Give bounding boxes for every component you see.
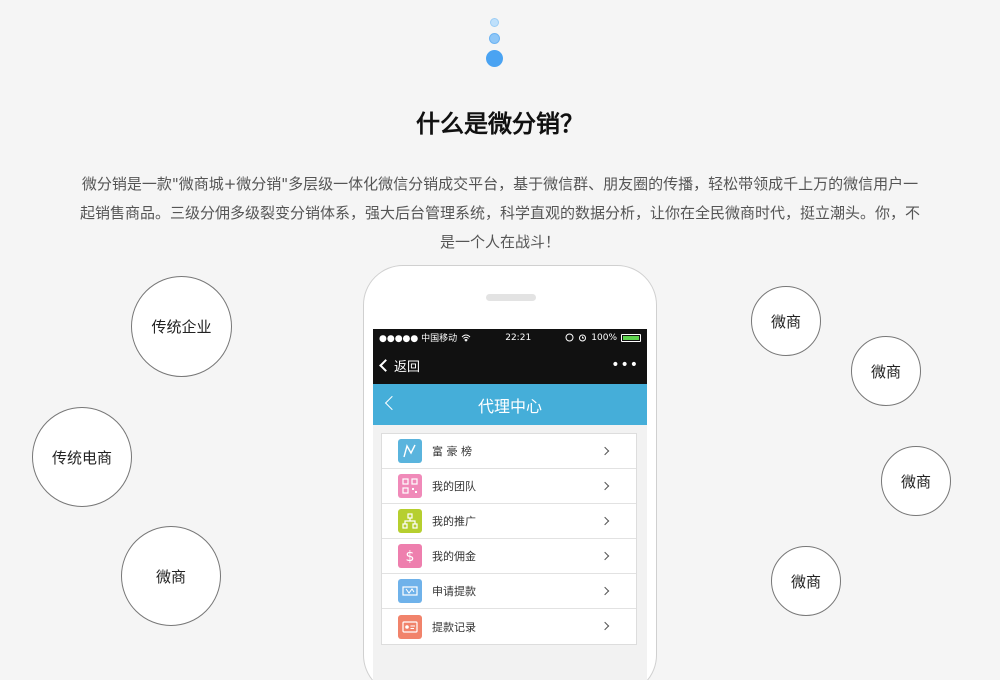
nav-bar: 返回 •••	[373, 346, 647, 384]
phone-speaker	[486, 294, 536, 301]
description: 微分销是一款"微商城+微分销"多层级一体化微信分销成交平台，基于微信群、朋友圈的…	[40, 170, 960, 257]
dollar-icon: $	[398, 544, 422, 568]
battery-icon	[621, 333, 641, 342]
menu-item-my-promotion[interactable]: 我的推广	[382, 504, 636, 539]
chevron-right-icon	[600, 516, 610, 526]
menu-item-label: 我的佣金	[432, 550, 476, 563]
circle-weishang: 微商	[881, 446, 951, 516]
menu-item-label: 申请提款	[432, 585, 476, 598]
menu-item-label: 提款记录	[432, 620, 476, 634]
alarm-icon	[579, 334, 587, 342]
menu-item-label: 我的团队	[432, 480, 476, 493]
menu-item-label: 富 豪 榜	[432, 445, 472, 458]
chevron-right-icon	[600, 586, 610, 596]
chevron-right-icon	[600, 621, 610, 631]
menu-item-withdrawal-records[interactable]: 提款记录	[382, 609, 636, 644]
menu-item-my-team[interactable]: 我的团队	[382, 469, 636, 504]
carrier-label: ●●●●● 中国移动	[379, 334, 458, 344]
description-line: 是一个人在战斗！	[439, 233, 560, 251]
menu-item-apply-withdrawal[interactable]: 申请提款	[382, 574, 636, 609]
chart-icon	[398, 439, 422, 463]
circle-weishang: 微商	[771, 546, 841, 616]
hierarchy-icon	[398, 509, 422, 533]
menu-item-label: 我的推广	[432, 515, 476, 528]
ticket-icon	[398, 579, 422, 603]
back-label: 返回	[394, 359, 421, 375]
description-line: 微分销是一款"微商城+微分销"多层级一体化微信分销成交平台，基于微信群、朋友圈的…	[81, 175, 919, 193]
menu-list: 富 豪 榜 我的团队 我的推广 $ 我的佣金 申请提款 提款记录	[381, 433, 637, 645]
page-title: 什么是微分销？	[416, 110, 584, 138]
dot-large	[486, 50, 503, 67]
battery-percent: 100%	[591, 332, 617, 343]
more-button[interactable]: •••	[611, 357, 639, 373]
dot-small	[490, 18, 499, 27]
header-title: 代理中心	[477, 396, 542, 416]
circle-traditional-enterprise: 传统企业	[131, 276, 232, 377]
circle-traditional-ecommerce: 传统电商	[32, 407, 132, 507]
chevron-left-icon	[379, 358, 392, 372]
dot-medium	[489, 33, 500, 44]
phone-mockup: ●●●●● 中国移动 22:21 100% 返回 ••• 代理中心 富 豪 榜 …	[363, 265, 657, 680]
status-bar: ●●●●● 中国移动 22:21 100%	[373, 329, 647, 346]
menu-item-rich-list[interactable]: 富 豪 榜	[382, 434, 636, 469]
chevron-right-icon	[600, 551, 610, 561]
status-time: 22:21	[505, 332, 532, 343]
circle-weishang: 微商	[851, 336, 921, 406]
app-header: 代理中心	[373, 384, 647, 425]
svg-text:$: $	[406, 549, 415, 564]
menu-item-my-commission[interactable]: $ 我的佣金	[382, 539, 636, 574]
wifi-icon	[461, 334, 471, 342]
back-button[interactable]: 返回	[379, 356, 421, 375]
rotation-lock-icon	[565, 333, 574, 342]
chevron-right-icon	[600, 481, 610, 491]
card-icon	[398, 614, 422, 639]
circle-weishang: 微商	[121, 526, 221, 626]
description-line: 起销售商品。三级分佣多级裂变分销体系，强大后台管理系统，科学直观的数据分析，让你…	[79, 204, 920, 222]
qrcode-icon	[398, 474, 422, 498]
chevron-right-icon	[600, 446, 610, 456]
phone-screen: ●●●●● 中国移动 22:21 100% 返回 ••• 代理中心 富 豪 榜 …	[373, 329, 647, 680]
circle-weishang: 微商	[751, 286, 821, 356]
